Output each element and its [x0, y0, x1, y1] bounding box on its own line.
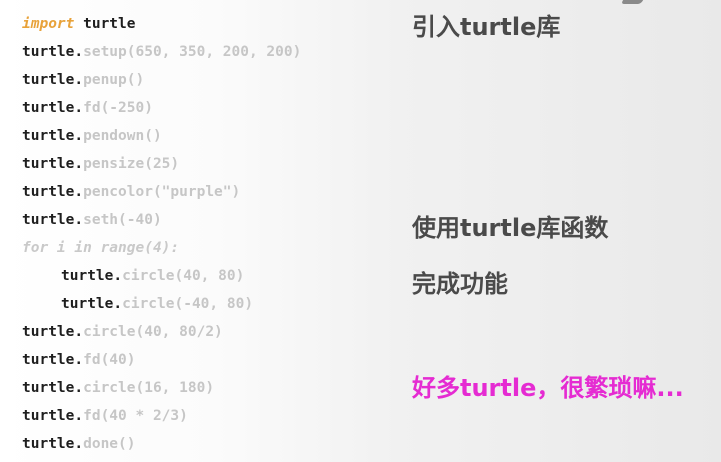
- object-ref: turtle.: [61, 268, 123, 284]
- code-line-circle-loop-1: turtle.circle(40, 80): [22, 262, 402, 290]
- method-call: fd(40): [83, 352, 136, 368]
- note-use-functions: 使用turtle库函数: [412, 214, 609, 242]
- object-ref: turtle.: [22, 212, 84, 228]
- for-loop-statement: for i in range(4):: [22, 240, 180, 256]
- code-line-circle-loop-2: turtle.circle(-40, 80): [22, 290, 402, 318]
- code-line-import: import turtle: [22, 10, 402, 38]
- note-import-library: 引入turtle库: [412, 13, 561, 41]
- method-call: pencolor("purple"): [83, 184, 241, 200]
- object-ref: turtle.: [22, 436, 84, 452]
- method-call: fd(-250): [83, 100, 153, 116]
- object-ref: turtle.: [61, 296, 123, 312]
- method-call: seth(-40): [83, 212, 162, 228]
- code-line-circle-head: turtle.circle(16, 180): [22, 374, 402, 402]
- method-call: pensize(25): [83, 156, 180, 172]
- note-complete-function: 完成功能: [412, 270, 508, 298]
- method-call: circle(16, 180): [83, 380, 215, 396]
- code-line-fd: turtle.fd(40): [22, 346, 402, 374]
- object-ref: turtle.: [22, 352, 84, 368]
- object-ref: turtle.: [22, 184, 84, 200]
- object-ref: turtle.: [22, 72, 84, 88]
- object-ref: turtle.: [22, 408, 84, 424]
- object-ref: turtle.: [22, 44, 84, 60]
- object-ref: turtle.: [22, 380, 84, 396]
- code-line-pendown: turtle.pendown(): [22, 122, 402, 150]
- method-call: circle(40, 80/2): [83, 324, 223, 340]
- code-line-pencolor: turtle.pencolor("purple"): [22, 178, 402, 206]
- method-call: fd(40 * 2/3): [83, 408, 188, 424]
- code-line-fd-neck: turtle.fd(40 * 2/3): [22, 402, 402, 430]
- code-line-pensize: turtle.pensize(25): [22, 150, 402, 178]
- object-ref: turtle.: [22, 100, 84, 116]
- code-line-penup: turtle.penup(): [22, 66, 402, 94]
- method-call: circle(40, 80): [122, 268, 245, 284]
- note-too-many-turtle: 好多turtle，很繁琐嘛...: [412, 374, 684, 402]
- keyword-import: import: [22, 16, 75, 32]
- module-name: turtle: [74, 16, 136, 32]
- method-call: penup(): [83, 72, 145, 88]
- corner-decoration: [620, 0, 644, 4]
- code-line-for-loop: for i in range(4):: [22, 234, 402, 262]
- code-block: import turtle turtle.setup(650, 350, 200…: [22, 10, 402, 458]
- object-ref: turtle.: [22, 324, 84, 340]
- code-line-circle-half: turtle.circle(40, 80/2): [22, 318, 402, 346]
- code-line-setup: turtle.setup(650, 350, 200, 200): [22, 38, 402, 66]
- code-line-done: turtle.done(): [22, 430, 402, 458]
- object-ref: turtle.: [22, 128, 84, 144]
- method-call: setup(650, 350, 200, 200): [83, 44, 302, 60]
- code-line-fd-back: turtle.fd(-250): [22, 94, 402, 122]
- method-call: circle(-40, 80): [122, 296, 254, 312]
- method-call: pendown(): [83, 128, 162, 144]
- object-ref: turtle.: [22, 156, 84, 172]
- method-call: done(): [83, 436, 136, 452]
- code-line-seth: turtle.seth(-40): [22, 206, 402, 234]
